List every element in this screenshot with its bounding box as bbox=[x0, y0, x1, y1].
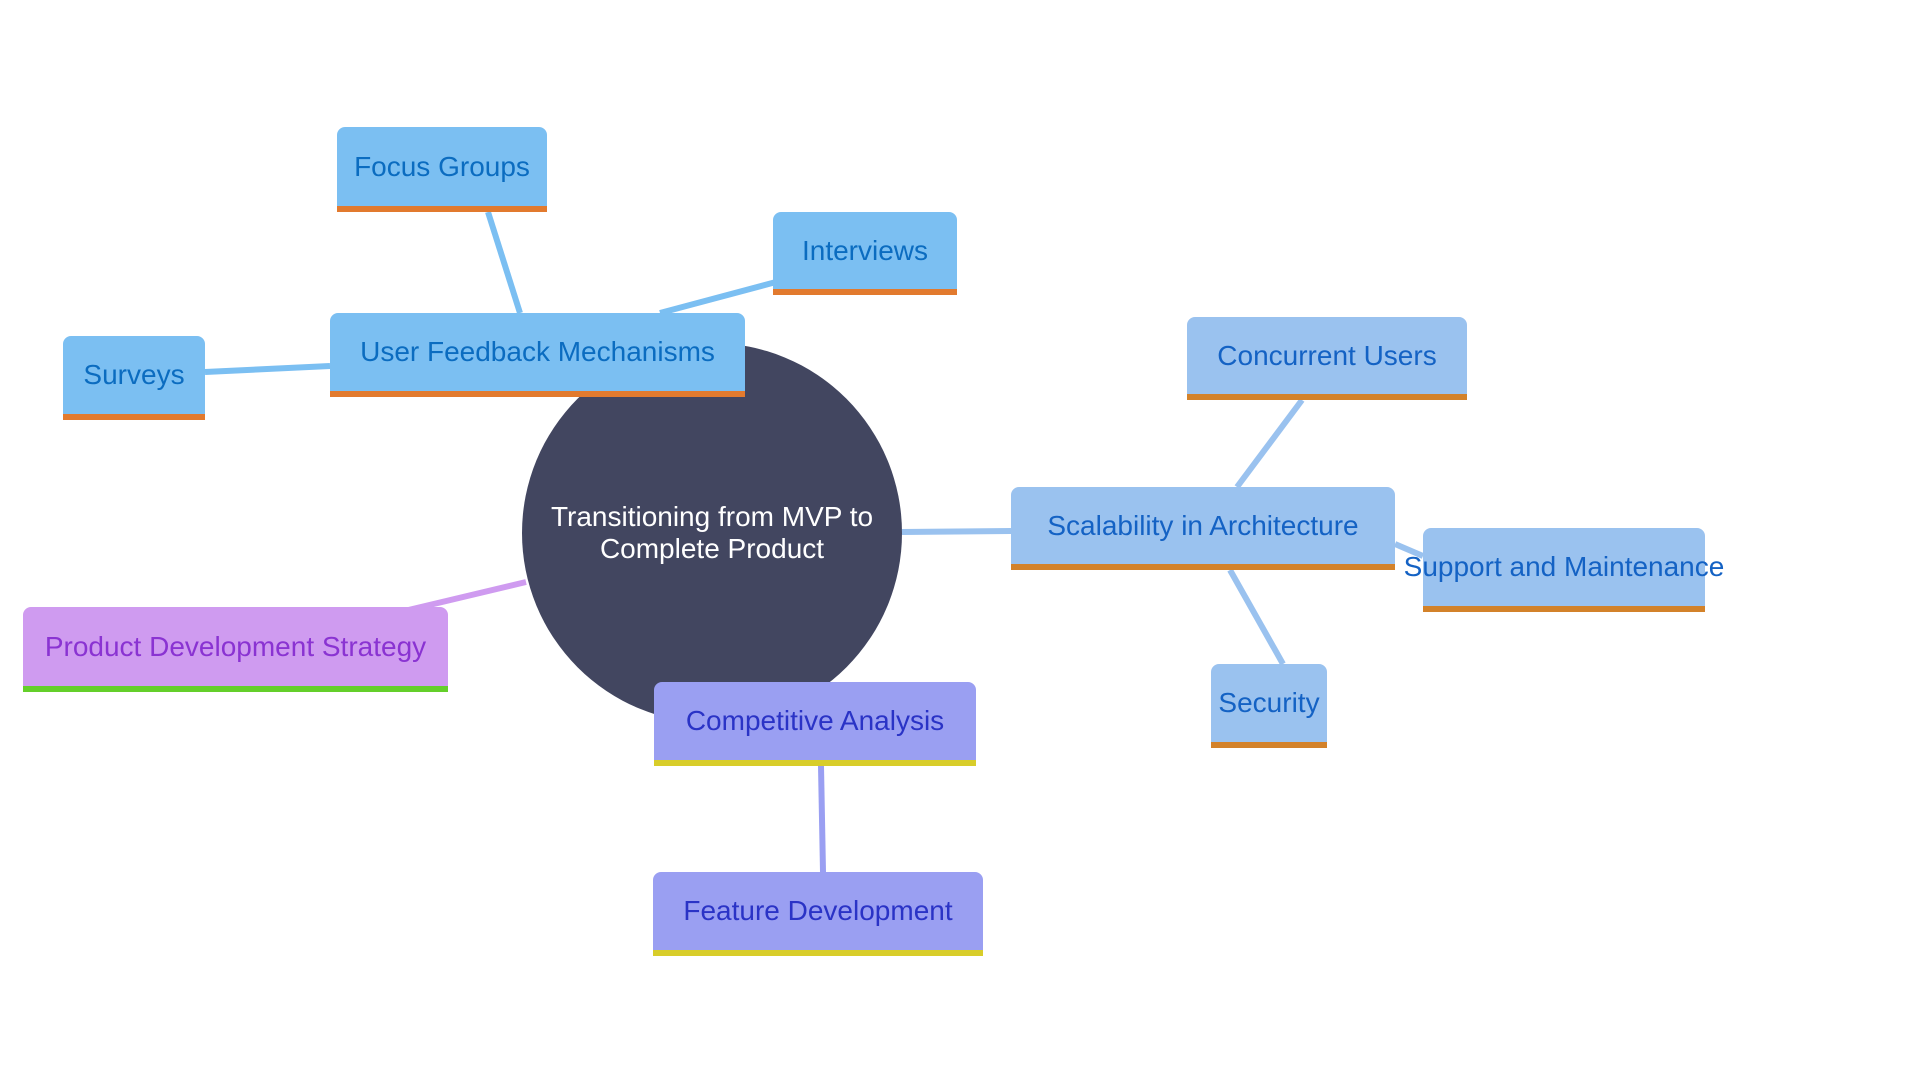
node-interviews[interactable]: Interviews bbox=[773, 212, 957, 295]
node-focus-groups[interactable]: Focus Groups bbox=[337, 127, 547, 212]
node-user-feedback-mechanisms[interactable]: User Feedback Mechanisms bbox=[330, 313, 745, 397]
root-node[interactable]: Transitioning from MVP to Complete Produ… bbox=[522, 343, 902, 723]
edge-sia-6 bbox=[1227, 568, 1286, 666]
node-security[interactable]: Security bbox=[1211, 664, 1327, 748]
node-concurrent-users[interactable]: Concurrent Users bbox=[1187, 317, 1467, 400]
root-label: Transitioning from MVP to Complete Produ… bbox=[550, 501, 874, 564]
edge-ufm-1 bbox=[659, 279, 777, 316]
node-product-development-strategy[interactable]: Product Development Strategy bbox=[23, 607, 448, 692]
node-support-and-maintenance[interactable]: Support and Maintenance bbox=[1404, 528, 1724, 612]
edge-sia-3 bbox=[901, 528, 1012, 535]
node-surveys[interactable]: Surveys bbox=[63, 336, 205, 420]
edge-sia-4 bbox=[1234, 398, 1305, 489]
node-scalability-in-architecture[interactable]: Scalability in Architecture bbox=[1011, 487, 1395, 570]
node-feature-development[interactable]: Feature Development bbox=[653, 872, 983, 956]
node-competitive-analysis[interactable]: Competitive Analysis bbox=[654, 682, 976, 766]
edge-ufm-0 bbox=[485, 211, 523, 314]
edge-ca-8 bbox=[818, 765, 826, 873]
edge-ufm-2 bbox=[204, 363, 331, 375]
